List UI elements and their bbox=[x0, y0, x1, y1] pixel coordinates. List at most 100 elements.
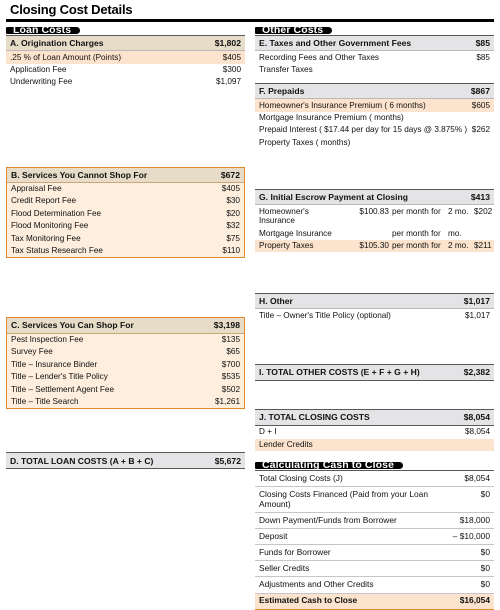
line-item-amount: $405 bbox=[185, 50, 245, 64]
line-item-label: Application Fee bbox=[10, 64, 67, 74]
total-loan-costs-label: D. TOTAL LOAN COSTS (A + B + C) bbox=[6, 452, 185, 470]
table-row: Adjustments and Other Credits $0 bbox=[255, 576, 494, 594]
spacer-e-f bbox=[255, 76, 494, 83]
section-h-header-amount: $1,017 bbox=[434, 293, 494, 310]
section-c-header-row: C. Services You Can Shop For $3,198 bbox=[7, 318, 244, 334]
line-item-label: Title – Insurance Binder bbox=[11, 359, 98, 369]
section-c-box: C. Services You Can Shop For $3,198 Pest… bbox=[6, 317, 245, 410]
escrow-months: 2 mo. bbox=[448, 206, 469, 216]
line-item-amount: $405 bbox=[221, 184, 240, 194]
escrow-label: Property Taxes bbox=[259, 241, 314, 251]
section-a-header-row: A. Origination Charges $1,802 bbox=[6, 34, 245, 52]
escrow-amount: $211 bbox=[474, 241, 492, 251]
line-item-label: Credit Report Fee bbox=[11, 196, 77, 206]
total-loan-costs-amount: $5,672 bbox=[185, 452, 245, 470]
table-row: Tax Monitoring Fee $75 bbox=[7, 232, 244, 244]
other-costs-tab: Other Costs bbox=[255, 25, 333, 35]
spacer-i-j bbox=[255, 381, 494, 409]
section-f-header-label: F. Prepaids bbox=[255, 83, 434, 100]
escrow-per: per month for bbox=[392, 241, 441, 251]
section-e-header-row: E. Taxes and Other Government Fees $85 bbox=[255, 34, 494, 52]
cash-row-amount: – $10,000 bbox=[434, 528, 494, 546]
line-item-label: Flood Monitoring Fee bbox=[11, 221, 89, 231]
escrow-amount bbox=[474, 229, 490, 239]
line-item-label: Pest Inspection Fee bbox=[11, 334, 84, 344]
line-item-label: Flood Determination Fee bbox=[11, 208, 102, 218]
estimated-cash-to-close-amount: $16,054 bbox=[434, 592, 494, 610]
total-closing-costs-amount: $8,054 bbox=[434, 408, 494, 427]
estimated-cash-to-close-label: Estimated Cash to Close bbox=[255, 592, 434, 610]
line-item-label: D + I bbox=[259, 427, 277, 437]
table-row: Recording Fees and Other Taxes $85 bbox=[255, 51, 494, 64]
table-row: .25 % of Loan Amount (Points) $405 bbox=[6, 50, 245, 64]
line-item-amount: $85 bbox=[476, 52, 490, 62]
section-a-header-amount: $1,802 bbox=[185, 34, 245, 52]
cash-row-label: Funds for Borrower bbox=[255, 544, 434, 562]
section-g-header-amount: $413 bbox=[434, 188, 494, 206]
loan-costs-tab: Loan Costs bbox=[6, 25, 81, 35]
section-c-table: C. Services You Can Shop For $3,198 Pest… bbox=[7, 318, 244, 408]
table-row: Title – Insurance Binder $700 bbox=[7, 358, 244, 370]
line-item-label: Prepaid Interest ( $17.44 per day for 15… bbox=[259, 125, 468, 135]
loan-costs-tab-wrap: Loan Costs bbox=[6, 25, 245, 35]
escrow-months: 2 mo. bbox=[448, 241, 469, 251]
line-item-label: Transfer Taxes bbox=[259, 64, 313, 74]
line-item-label: .25 % of Loan Amount (Points) bbox=[6, 50, 185, 64]
cash-row-amount: $0 bbox=[434, 486, 494, 514]
cash-to-close-section: Total Closing Costs (J) $8,054 Closing C… bbox=[255, 469, 494, 610]
estimated-cash-to-close-row: Estimated Cash to Close $16,054 bbox=[255, 592, 494, 610]
table-row: Transfer Taxes bbox=[255, 64, 494, 76]
line-item-label: Lender Credits bbox=[255, 438, 434, 451]
cash-to-close-table: Total Closing Costs (J) $8,054 Closing C… bbox=[255, 469, 494, 610]
section-b-header-label: B. Services You Cannot Shop For bbox=[7, 167, 184, 183]
table-row: Property Taxes ( months) bbox=[255, 137, 494, 149]
table-row: Title – Settlement Agent Fee $502 bbox=[7, 383, 244, 395]
line-item-amount: $65 bbox=[226, 347, 240, 357]
cash-row-label: Closing Costs Financed (Paid from your L… bbox=[255, 486, 434, 514]
table-row: Survey Fee $65 bbox=[7, 346, 244, 358]
section-f-table: F. Prepaids $867 Homeowner's Insurance P… bbox=[255, 83, 494, 149]
spacer-b-c bbox=[6, 258, 245, 317]
escrow-per: per month for bbox=[392, 228, 441, 238]
section-b-table: B. Services You Cannot Shop For $672 App… bbox=[7, 167, 244, 258]
line-item-amount: $110 bbox=[222, 246, 240, 256]
table-row: Title – Owner's Title Policy (optional) … bbox=[255, 309, 494, 322]
cash-row-label: Adjustments and Other Credits bbox=[255, 576, 434, 594]
section-h-header-label: H. Other bbox=[255, 293, 434, 310]
section-g-header-label: G. Initial Escrow Payment at Closing bbox=[255, 188, 434, 206]
loan-costs-column: Loan Costs A. Origination Charges $1,802… bbox=[6, 25, 245, 610]
section-e-header-amount: $85 bbox=[434, 34, 494, 52]
closing-cost-details-page: Closing Cost Details Loan Costs A. Origi… bbox=[0, 0, 500, 610]
section-g-rows: Homeowner's Insurance $100.83 per month … bbox=[255, 205, 494, 253]
total-other-costs-label: I. TOTAL OTHER COSTS (E + F + G + H) bbox=[255, 363, 434, 381]
page-title: Closing Cost Details bbox=[10, 2, 133, 17]
cash-row-amount: $0 bbox=[434, 544, 494, 562]
spacer-h-i bbox=[255, 322, 494, 364]
spacer-c-d bbox=[6, 409, 245, 452]
escrow-per: per month for bbox=[392, 206, 441, 216]
cash-row-amount: $0 bbox=[434, 576, 494, 594]
section-g-header-row: G. Initial Escrow Payment at Closing $41… bbox=[255, 188, 494, 206]
table-row: Tax Status Research Fee $110 bbox=[7, 245, 244, 257]
escrow-label: Homeowner's Insurance bbox=[259, 206, 309, 226]
table-row: Title – Title Search $1,261 bbox=[7, 396, 244, 408]
line-item-label: Title – Owner's Title Policy (optional) bbox=[259, 310, 391, 320]
line-item-label: Property Taxes ( months) bbox=[259, 137, 351, 147]
section-i-total-table: I. TOTAL OTHER COSTS (E + F + G + H) $2,… bbox=[255, 363, 494, 381]
table-row: Flood Determination Fee $20 bbox=[7, 208, 244, 220]
line-item-amount: $1,017 bbox=[464, 310, 490, 320]
line-item-label: Title – Title Search bbox=[11, 397, 79, 407]
table-row: Closing Costs Financed (Paid from your L… bbox=[255, 486, 494, 514]
escrow-amount: $202 bbox=[474, 206, 493, 216]
line-item-label: Recording Fees and Other Taxes bbox=[259, 52, 379, 62]
line-item-amount: $1,261 bbox=[214, 397, 240, 407]
cash-row-label: Total Closing Costs (J) bbox=[255, 469, 434, 488]
section-e-table: E. Taxes and Other Government Fees $85 R… bbox=[255, 34, 494, 76]
line-item-amount: $300 bbox=[222, 64, 241, 74]
line-item-amount bbox=[434, 137, 494, 149]
escrow-row: Property Taxes $105.30 per month for 2 m… bbox=[255, 239, 494, 253]
line-item-amount: $30 bbox=[226, 196, 240, 206]
section-j-table: J. TOTAL CLOSING COSTS $8,054 D + I $8,0… bbox=[255, 408, 494, 451]
escrow-row: Homeowner's Insurance $100.83 per month … bbox=[255, 205, 494, 227]
table-row: Application Fee $300 bbox=[6, 64, 245, 76]
